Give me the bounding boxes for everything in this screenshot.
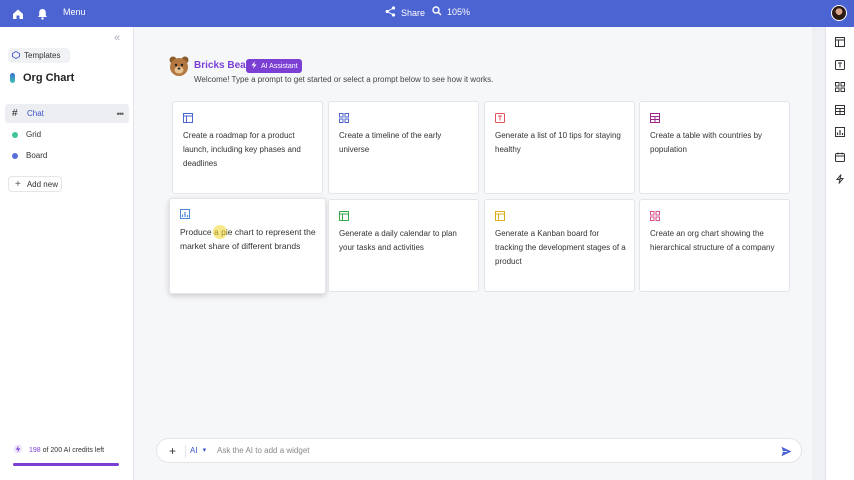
calendar-widget-icon[interactable]	[834, 151, 846, 163]
chart-icon	[180, 209, 190, 219]
prompt-text: Create a roadmap for a product launch, i…	[183, 131, 301, 168]
credits-used: 198	[29, 446, 41, 454]
prompt-text: Generate a daily calendar to plan your t…	[339, 229, 457, 252]
kanban-icon	[495, 211, 505, 221]
chart-widget-icon[interactable]	[834, 126, 846, 138]
prompt-card-timeline[interactable]: Create a timeline of the early universe	[328, 101, 479, 194]
share-label: Share	[401, 7, 426, 18]
prompt-composer: + AI ▾ Ask the AI to add a widget	[156, 438, 802, 463]
bear-avatar-icon	[169, 56, 189, 76]
share-icon	[385, 6, 396, 19]
prompt-card-pie-chart[interactable]: Produce a pie chart to represent the mar…	[169, 198, 326, 294]
share-button[interactable]: Share	[385, 6, 425, 19]
home-icon[interactable]	[10, 6, 25, 21]
zoom-icon	[432, 6, 442, 18]
text-icon	[495, 113, 505, 123]
board-icon	[183, 113, 193, 123]
divider	[185, 445, 186, 458]
left-sidebar: « Templates Org Chart # Chat ••• Grid Bo…	[0, 27, 134, 480]
credits-progress-bar	[13, 463, 119, 466]
orgchart-icon	[650, 211, 660, 221]
prompt-card-tips[interactable]: Generate a list of 10 tips for staying h…	[484, 101, 635, 194]
board-dot-icon	[12, 152, 18, 159]
mode-label: AI	[190, 446, 198, 455]
prompt-card-org-chart[interactable]: Create an org chart showing the hierarch…	[639, 199, 790, 292]
prompt-card-table[interactable]: Create a table with countries by populat…	[639, 101, 790, 194]
templates-label: Templates	[24, 51, 61, 60]
calendar-icon	[339, 211, 349, 221]
prompt-card-roadmap[interactable]: Create a roadmap for a product launch, i…	[172, 101, 323, 194]
ai-lightning-icon[interactable]	[834, 173, 846, 185]
grid-widget-icon[interactable]	[834, 81, 846, 93]
menu-button[interactable]: Menu	[63, 7, 86, 17]
board-title[interactable]: Org Chart	[10, 72, 74, 84]
board-icon	[10, 73, 15, 83]
bell-icon[interactable]	[35, 6, 50, 21]
prompt-text: Create a table with countries by populat…	[650, 131, 763, 154]
grid-icon	[339, 113, 349, 123]
prompt-input[interactable]: Ask the AI to add a widget	[217, 446, 310, 455]
templates-icon	[12, 50, 20, 61]
sidebar-item-label: Grid	[26, 130, 42, 139]
add-new-label: Add new	[26, 179, 58, 189]
collapse-sidebar-icon[interactable]: «	[114, 32, 120, 44]
zoom-control[interactable]: 105%	[432, 6, 470, 18]
mode-select[interactable]: AI ▾	[190, 446, 206, 455]
templates-button[interactable]: Templates	[8, 48, 70, 63]
assistant-name: Bricks Bear	[194, 60, 250, 71]
ai-assistant-badge: AI Assistant	[246, 59, 302, 73]
board-widget-icon[interactable]	[834, 36, 846, 48]
chevron-down-icon: ▾	[202, 447, 207, 454]
right-toolbar	[825, 27, 854, 480]
sidebar-item-label: Chat	[27, 109, 44, 118]
ai-credits: 198 of 200 AI credits left	[13, 444, 104, 456]
prompt-text: Produce a pie chart to represent the mar…	[180, 227, 316, 251]
sidebar-item-label: Board	[26, 151, 48, 160]
top-bar: Menu Share 105%	[0, 0, 854, 27]
send-icon[interactable]	[781, 446, 792, 457]
plus-icon: +	[15, 178, 21, 190]
table-widget-icon[interactable]	[834, 104, 846, 116]
sidebar-item-grid[interactable]: Grid	[5, 125, 129, 144]
avatar[interactable]	[831, 5, 847, 21]
prompt-text: Create a timeline of the early universe	[339, 131, 442, 154]
more-options-icon[interactable]: •••	[117, 109, 125, 119]
text-widget-icon[interactable]	[834, 59, 846, 71]
welcome-message: Welcome! Type a prompt to get started or…	[194, 75, 494, 84]
lightning-icon	[250, 61, 258, 71]
prompt-text: Generate a Kanban board for tracking the…	[495, 229, 626, 266]
scrollbar[interactable]	[812, 27, 825, 480]
prompt-card-kanban[interactable]: Generate a Kanban board for tracking the…	[484, 199, 635, 292]
hash-icon: #	[12, 108, 18, 119]
grid-dot-icon	[12, 131, 18, 138]
mouse-cursor-highlight	[213, 225, 227, 239]
table-icon	[650, 113, 660, 123]
credits-text: of 200 AI credits left	[40, 446, 105, 454]
add-new-button[interactable]: + Add new	[8, 176, 62, 192]
add-attachment-button[interactable]: +	[169, 444, 176, 458]
board-title-text: Org Chart	[23, 72, 75, 84]
prompt-text: Create an org chart showing the hierarch…	[650, 229, 775, 252]
prompt-card-calendar[interactable]: Generate a daily calendar to plan your t…	[328, 199, 479, 292]
sidebar-item-chat[interactable]: # Chat •••	[5, 104, 129, 123]
sparkle-icon	[13, 444, 23, 456]
zoom-level: 105%	[447, 7, 471, 17]
prompt-text: Generate a list of 10 tips for staying h…	[495, 131, 621, 154]
badge-label: AI Assistant	[261, 62, 298, 70]
sidebar-item-board[interactable]: Board	[5, 146, 129, 165]
